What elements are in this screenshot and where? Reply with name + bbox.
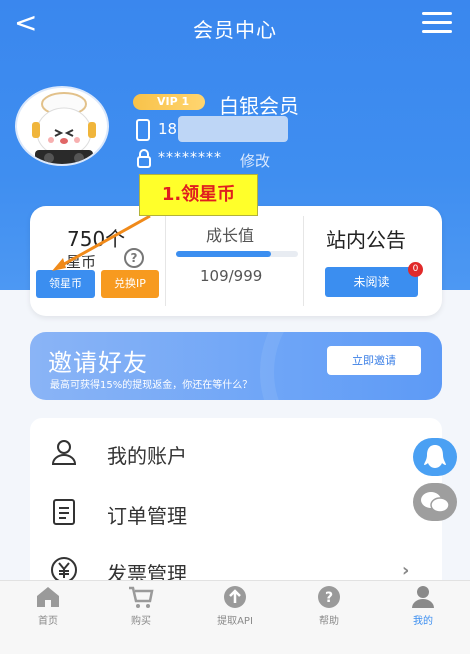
cart-icon: [129, 586, 154, 608]
menu-icon[interactable]: [422, 12, 452, 34]
unread-notice-button[interactable]: 未阅读: [325, 267, 418, 297]
top-bar: < 会员中心: [0, 0, 470, 48]
phone-icon: [136, 119, 150, 141]
divider: [303, 216, 304, 306]
vip-badge: VIP 1: [133, 94, 205, 110]
home-icon: [37, 587, 59, 607]
qq-service-button[interactable]: [413, 438, 457, 476]
exchange-ip-button[interactable]: 兑换IP: [101, 270, 159, 298]
tab-label: 我的: [413, 616, 433, 627]
invite-now-button[interactable]: 立即邀请: [327, 346, 421, 375]
page-title: 会员中心: [193, 18, 277, 42]
menu-list: [30, 418, 442, 598]
help-icon: ?: [318, 586, 340, 608]
divider: [165, 216, 166, 306]
help-icon[interactable]: ?: [124, 248, 144, 268]
phone-number: 18: [158, 120, 178, 138]
tab-label: 首页: [38, 616, 58, 627]
upload-icon: [224, 586, 246, 608]
notice-title: 站内公告: [326, 228, 406, 252]
growth-value: 109/999: [200, 267, 263, 285]
growth-label: 成长值: [206, 226, 255, 245]
password-mask: ********: [158, 150, 222, 166]
star-coin-amount: 750个: [67, 227, 126, 251]
invite-subtitle: 最高可获得15%的提现返金，你还在等什么？: [50, 380, 253, 391]
menu-item-account[interactable]: 我的账户: [107, 440, 187, 469]
star-coin-label: 星币: [66, 253, 97, 271]
member-level: 白银会员: [219, 94, 299, 118]
wechat-icon: [421, 492, 450, 513]
claim-star-coin-button[interactable]: 领星币: [36, 270, 95, 298]
tab-label: 提取API: [217, 616, 253, 627]
edit-password-link[interactable]: 修改: [240, 150, 270, 171]
avatar[interactable]: [15, 86, 109, 166]
growth-progress-fill: [176, 251, 271, 257]
tab-home[interactable]: 首页: [8, 585, 88, 627]
tab-buy[interactable]: 购买: [101, 585, 181, 627]
tab-extract-api[interactable]: 提取API: [195, 585, 275, 627]
user-icon: [51, 440, 77, 465]
wechat-service-button[interactable]: [413, 483, 457, 521]
avatar-cartoon-icon: [32, 92, 96, 164]
menu-item-orders[interactable]: 订单管理: [107, 500, 187, 529]
lock-icon: [137, 149, 151, 168]
annotation-callout: 1.领星币: [139, 174, 258, 216]
chevron-right-icon: ›: [402, 560, 410, 581]
qq-icon: [424, 445, 446, 468]
tab-label: 帮助: [319, 616, 339, 627]
tab-label: 购买: [131, 616, 151, 627]
profile-icon: [412, 586, 434, 608]
phone-redaction: [178, 116, 288, 142]
tab-help[interactable]: ? 帮助: [289, 585, 369, 627]
invite-title: 邀请好友: [48, 349, 148, 377]
order-icon: [53, 499, 75, 525]
tab-mine[interactable]: 我的: [383, 585, 463, 627]
unread-count-badge: 0: [408, 262, 423, 277]
svg-text:?: ?: [325, 590, 333, 606]
